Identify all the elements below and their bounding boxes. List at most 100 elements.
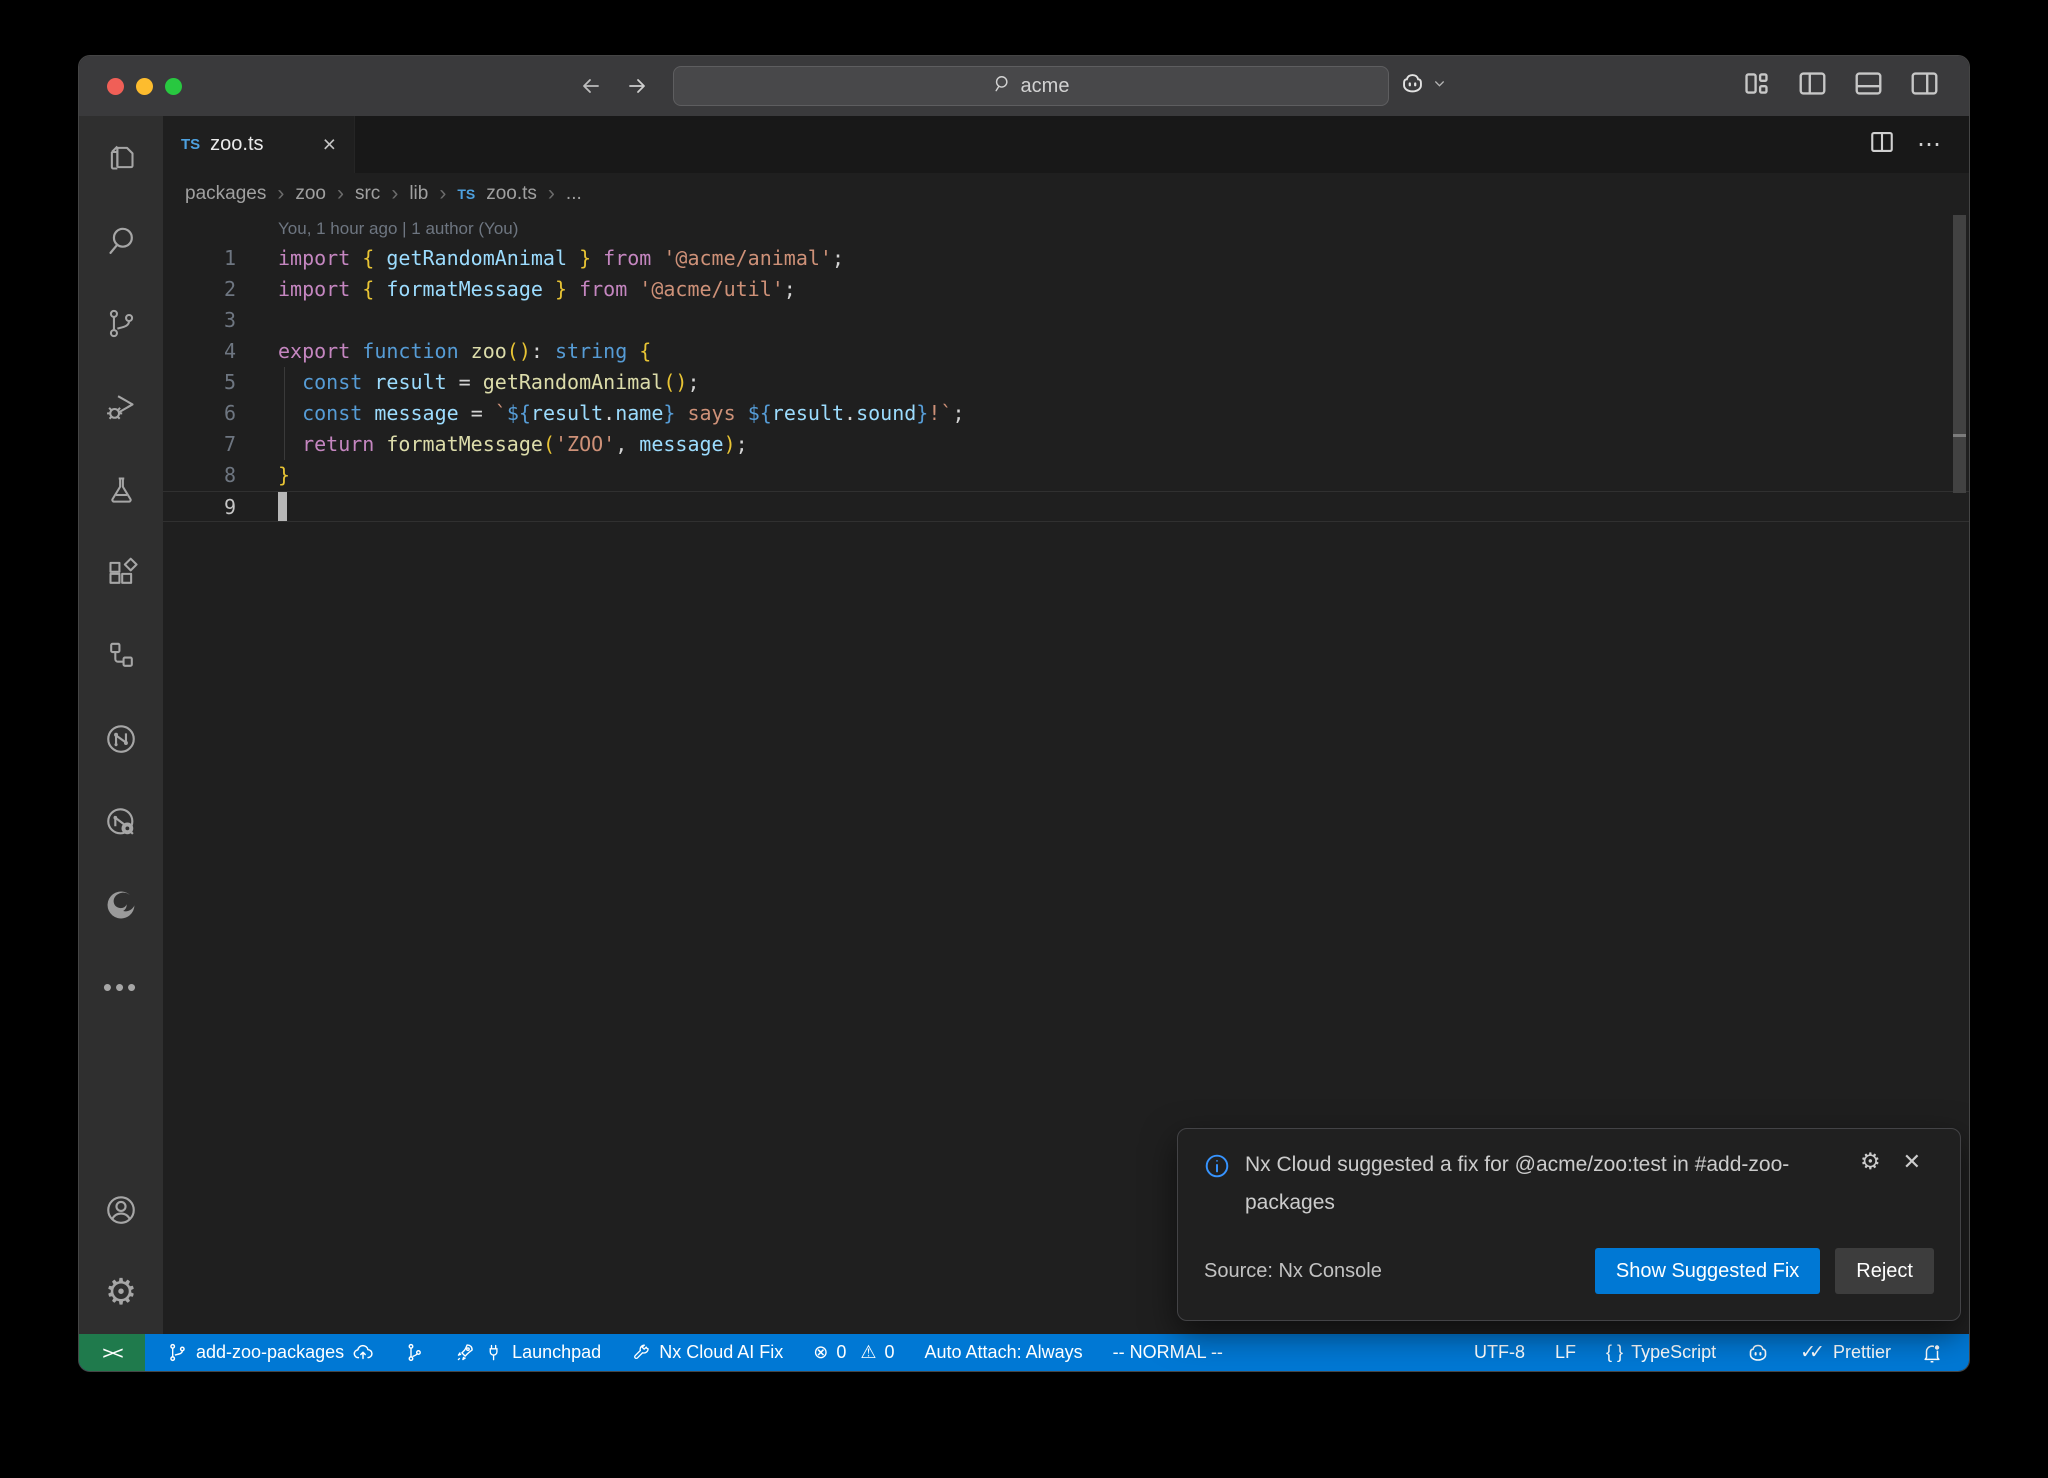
customize-layout-button[interactable]	[1742, 69, 1771, 103]
source-control-graph-item[interactable]	[404, 1342, 425, 1363]
command-center-search[interactable]: acme	[673, 66, 1389, 106]
nx-console-icon[interactable]	[79, 697, 163, 780]
launchpad-item[interactable]: Launchpad	[455, 1342, 601, 1363]
code-line[interactable]: 6 const message = `${result.name} says $…	[163, 398, 1969, 429]
breadcrumb-separator-icon: ›	[277, 182, 284, 206]
zoom-window-button[interactable]	[165, 78, 182, 95]
publish-cloud-icon	[352, 1342, 374, 1364]
search-icon	[993, 74, 1012, 99]
split-editor-icon[interactable]	[1869, 129, 1895, 160]
tab-bar: TS zoo.ts × ⋯	[163, 116, 1969, 173]
nx-cloud-ai-fix-item[interactable]: Nx Cloud AI Fix	[631, 1342, 783, 1363]
scrollbar-decoration	[1953, 434, 1966, 437]
braces-icon: { }	[1606, 1342, 1623, 1363]
notification-source: Source: Nx Console	[1204, 1260, 1382, 1283]
typescript-file-icon: TS	[457, 186, 475, 202]
tab-close-icon[interactable]: ×	[323, 133, 336, 156]
run-debug-icon[interactable]	[79, 365, 163, 448]
language-mode-item[interactable]: { } TypeScript	[1606, 1342, 1716, 1363]
explorer-icon[interactable]	[79, 116, 163, 199]
search-view-icon[interactable]	[79, 199, 163, 282]
window-controls	[107, 56, 182, 116]
editor-scrollbar[interactable]	[1953, 215, 1966, 493]
git-branch-icon	[167, 1342, 188, 1363]
notification-close-icon[interactable]: ✕	[1903, 1149, 1921, 1175]
remote-icon: ><	[103, 1342, 122, 1364]
info-icon	[1204, 1153, 1230, 1184]
indent-guide	[284, 367, 285, 460]
git-blame-annotation: You, 1 hour ago | 1 author (You)	[278, 215, 1969, 243]
close-window-button[interactable]	[107, 78, 124, 95]
breadcrumb-item[interactable]: packages	[185, 183, 266, 205]
line-number: 8	[163, 460, 236, 491]
formatter-item[interactable]: ✓✓ Prettier	[1800, 1341, 1891, 1364]
breadcrumb[interactable]: packages › zoo › src › lib › TS zoo.ts ›…	[163, 173, 1969, 215]
vscode-window: acme	[78, 55, 1970, 1372]
tab-label: zoo.ts	[210, 133, 263, 156]
git-branch-item[interactable]: add-zoo-packages	[167, 1342, 374, 1364]
source-control-icon[interactable]	[79, 282, 163, 365]
toggle-primary-sidebar-button[interactable]	[1798, 69, 1827, 103]
minimize-window-button[interactable]	[136, 78, 153, 95]
code-line[interactable]: 4export function zoo(): string {	[163, 336, 1969, 367]
notification-settings-icon[interactable]: ⚙	[1860, 1149, 1881, 1175]
auto-attach-item[interactable]: Auto Attach: Always	[925, 1342, 1083, 1363]
line-number: 2	[163, 274, 236, 305]
command-center-text: acme	[1021, 75, 1070, 98]
breadcrumb-more[interactable]: ...	[566, 183, 582, 205]
forward-button[interactable]	[625, 74, 649, 98]
breadcrumb-file[interactable]: zoo.ts	[486, 183, 537, 205]
more-views-icon[interactable]: •••	[79, 946, 163, 1029]
code-line[interactable]: 2import { formatMessage } from '@acme/ut…	[163, 274, 1969, 305]
double-check-icon: ✓✓	[1800, 1341, 1825, 1364]
rocket-icon	[455, 1342, 476, 1363]
code-lines: 1import { getRandomAnimal } from '@acme/…	[163, 243, 1969, 522]
code-line[interactable]: 7 return formatMessage('ZOO', message);	[163, 429, 1969, 460]
breadcrumb-item[interactable]: lib	[409, 183, 428, 205]
bell-icon	[1921, 1342, 1943, 1364]
chevron-down-icon	[1433, 77, 1446, 95]
breadcrumb-separator-icon: ›	[337, 182, 344, 206]
back-button[interactable]	[579, 74, 603, 98]
copilot-status-item[interactable]	[1746, 1341, 1770, 1365]
testing-icon[interactable]	[79, 448, 163, 531]
code-line[interactable]: 1import { getRandomAnimal } from '@acme/…	[163, 243, 1969, 274]
code-line[interactable]: 9	[163, 491, 1969, 522]
nx-cloud-icon[interactable]	[79, 780, 163, 863]
typescript-file-icon: TS	[181, 136, 200, 153]
tab-zoo-ts[interactable]: TS zoo.ts ×	[163, 116, 355, 173]
line-number: 4	[163, 336, 236, 367]
remote-indicator[interactable]: ><	[79, 1334, 145, 1371]
editor-actions-more-icon[interactable]: ⋯	[1917, 130, 1943, 159]
eol-item[interactable]: LF	[1555, 1342, 1576, 1363]
line-number: 1	[163, 243, 236, 274]
extensions-icon[interactable]	[79, 531, 163, 614]
notification-toast: Nx Cloud suggested a fix for @acme/zoo:t…	[1177, 1128, 1961, 1321]
project-structure-icon[interactable]	[79, 614, 163, 697]
toggle-panel-button[interactable]	[1854, 69, 1883, 103]
git-graph-icon	[404, 1342, 425, 1363]
breadcrumb-item[interactable]: zoo	[295, 183, 326, 205]
breadcrumb-separator-icon: ›	[548, 182, 555, 206]
toggle-secondary-sidebar-button[interactable]	[1910, 69, 1939, 103]
breadcrumb-item[interactable]: src	[355, 183, 380, 205]
code-line[interactable]: 5 const result = getRandomAnimal();	[163, 367, 1969, 398]
accounts-icon[interactable]	[79, 1168, 163, 1251]
line-number: 7	[163, 429, 236, 460]
copilot-menu[interactable]	[1399, 56, 1446, 116]
code-line[interactable]: 8}	[163, 460, 1969, 491]
show-suggested-fix-button[interactable]: Show Suggested Fix	[1595, 1248, 1820, 1294]
edge-tools-icon[interactable]	[79, 863, 163, 946]
activity-bar: ••• ⚙	[79, 116, 163, 1334]
settings-gear-icon[interactable]: ⚙	[79, 1251, 163, 1334]
wrench-icon	[631, 1343, 651, 1363]
breadcrumb-separator-icon: ›	[391, 182, 398, 206]
breadcrumb-separator-icon: ›	[439, 182, 446, 206]
notifications-bell-item[interactable]	[1921, 1342, 1943, 1364]
vim-mode-indicator[interactable]: -- NORMAL --	[1113, 1342, 1223, 1363]
code-line[interactable]: 3	[163, 305, 1969, 336]
reject-button[interactable]: Reject	[1835, 1248, 1934, 1294]
line-number: 6	[163, 398, 236, 429]
encoding-item[interactable]: UTF-8	[1474, 1342, 1525, 1363]
problems-item[interactable]: ⊗ 0 ⚠ 0	[813, 1342, 894, 1363]
